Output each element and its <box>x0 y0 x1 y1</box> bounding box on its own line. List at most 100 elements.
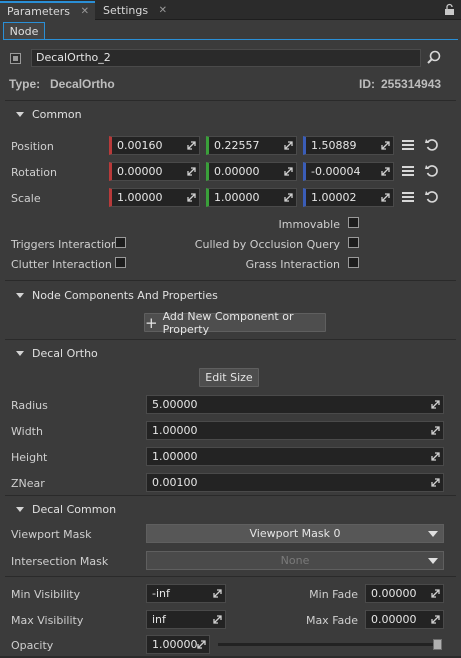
position-y-field[interactable]: 0.22557 <box>206 136 297 155</box>
max-fade-field[interactable]: 0.00000 <box>365 610 444 629</box>
expand-arrow-icon[interactable] <box>284 167 293 176</box>
scale-y-field[interactable]: 1.00000 <box>206 188 297 207</box>
reset-icon[interactable] <box>425 164 439 178</box>
collapse-arrow-icon <box>16 506 24 512</box>
expand-arrow-icon[interactable] <box>187 141 196 150</box>
menu-icon[interactable] <box>402 165 414 177</box>
expand-arrow-icon[interactable] <box>197 640 206 649</box>
position-x-value: 0.00160 <box>117 139 163 152</box>
min-visibility-field[interactable]: -inf <box>146 584 226 603</box>
expand-arrow-icon[interactable] <box>381 167 390 176</box>
opacity-value: 1.00000 <box>152 638 198 651</box>
edit-size-button[interactable]: Edit Size <box>199 368 259 387</box>
rotation-x-field[interactable]: 0.00000 <box>109 162 200 181</box>
height-label: Height <box>11 451 48 464</box>
height-value: 1.00000 <box>152 450 198 463</box>
tab-node[interactable]: Node <box>3 22 45 39</box>
max-visibility-field[interactable]: inf <box>146 610 226 629</box>
rotation-y-field[interactable]: 0.00000 <box>206 162 297 181</box>
expand-arrow-icon[interactable] <box>213 589 222 598</box>
expand-arrow-icon[interactable] <box>284 193 293 202</box>
reset-icon[interactable] <box>425 190 439 204</box>
intersection-mask-select[interactable]: None <box>146 551 444 570</box>
triggers-interaction-checkbox[interactable] <box>115 237 126 248</box>
radius-value: 5.00000 <box>152 398 198 411</box>
width-field[interactable]: 1.00000 <box>146 421 444 440</box>
lock-icon[interactable] <box>444 3 455 16</box>
radius-field[interactable]: 5.00000 <box>146 395 444 414</box>
culled-by-occlusion-checkbox[interactable] <box>348 237 359 248</box>
znear-field[interactable]: 0.00100 <box>146 473 444 492</box>
expand-arrow-icon[interactable] <box>381 193 390 202</box>
section-components-header[interactable]: Node Components And Properties <box>0 284 461 306</box>
menu-icon[interactable] <box>402 191 414 203</box>
min-fade-label: Min Fade <box>309 588 358 601</box>
max-visibility-value: inf <box>152 613 166 626</box>
expand-arrow-icon[interactable] <box>431 400 440 409</box>
dropdown-arrow-icon <box>428 558 438 564</box>
grass-interaction-checkbox[interactable] <box>348 257 359 268</box>
rotation-z-field[interactable]: -0.00004 <box>303 162 394 181</box>
height-field[interactable]: 1.00000 <box>146 447 444 466</box>
clutter-interaction-checkbox[interactable] <box>115 257 126 268</box>
search-icon[interactable] <box>427 50 441 64</box>
section-decal-common-header[interactable]: Decal Common <box>0 498 461 520</box>
expand-arrow-icon[interactable] <box>431 426 440 435</box>
scale-z-field[interactable]: 1.00002 <box>303 188 394 207</box>
scale-x-field[interactable]: 1.00000 <box>109 188 200 207</box>
tab-underline <box>3 39 458 40</box>
expand-arrow-icon[interactable] <box>187 167 196 176</box>
tab-parameters-label: Parameters <box>7 5 70 18</box>
expand-arrow-icon[interactable] <box>431 478 440 487</box>
add-component-label: Add New Component or Property <box>162 309 294 336</box>
expand-arrow-icon[interactable] <box>431 452 440 461</box>
node-name-input[interactable]: DecalOrtho_2 <box>31 49 421 67</box>
opacity-slider-handle[interactable] <box>433 639 442 650</box>
expand-arrow-icon[interactable] <box>187 193 196 202</box>
section-components-title: Node Components And Properties <box>32 288 218 302</box>
intersection-mask-value: None <box>280 554 310 567</box>
expand-arrow-icon[interactable] <box>431 615 440 624</box>
immovable-checkbox[interactable] <box>348 217 359 228</box>
width-label: Width <box>11 425 43 438</box>
min-visibility-label: Min Visibility <box>11 588 81 601</box>
scale-y-value: 1.00000 <box>214 191 260 204</box>
scale-z-value: 1.00002 <box>311 191 357 204</box>
viewport-mask-select[interactable]: Viewport Mask 0 <box>146 524 444 543</box>
position-y-value: 0.22557 <box>214 139 260 152</box>
expand-arrow-icon[interactable] <box>381 141 390 150</box>
radius-label: Radius <box>11 399 48 412</box>
rotation-y-value: 0.00000 <box>214 165 260 178</box>
rotation-z-value: -0.00004 <box>311 165 361 178</box>
reset-icon[interactable] <box>425 138 439 152</box>
expand-arrow-icon[interactable] <box>431 589 440 598</box>
section-decal-ortho-header[interactable]: Decal Ortho <box>0 342 461 364</box>
section-decal-ortho-title: Decal Ortho <box>32 346 98 360</box>
add-component-button[interactable]: + Add New Component or Property <box>144 310 326 336</box>
opacity-field[interactable]: 1.00000 <box>146 635 210 654</box>
opacity-slider-track[interactable] <box>218 643 442 646</box>
tab-parameters-close-icon[interactable]: ✕ <box>81 6 89 17</box>
min-fade-field[interactable]: 0.00000 <box>365 584 444 603</box>
culled-by-occlusion-label: Culled by Occlusion Query <box>194 238 340 251</box>
triggers-interaction-label: Triggers Interaction <box>11 238 118 251</box>
tab-settings[interactable]: Settings ✕ <box>96 1 173 20</box>
scale-label: Scale <box>11 192 41 205</box>
tab-parameters[interactable]: Parameters ✕ <box>0 1 95 20</box>
expand-arrow-icon[interactable] <box>213 615 222 624</box>
node-enabled-checkbox[interactable] <box>10 53 21 64</box>
dropdown-arrow-icon <box>428 531 438 537</box>
position-label: Position <box>11 140 54 153</box>
expand-arrow-icon[interactable] <box>284 141 293 150</box>
divider <box>5 495 456 496</box>
tab-settings-close-icon[interactable]: ✕ <box>159 5 167 16</box>
divider <box>5 280 456 281</box>
edit-size-label: Edit Size <box>205 371 253 384</box>
position-x-field[interactable]: 0.00160 <box>109 136 200 155</box>
znear-label: ZNear <box>11 477 45 490</box>
scale-x-value: 1.00000 <box>117 191 163 204</box>
viewport-mask-label: Viewport Mask <box>11 528 92 541</box>
menu-icon[interactable] <box>402 139 414 151</box>
position-z-field[interactable]: 1.50889 <box>303 136 394 155</box>
section-common-header[interactable]: Common <box>0 103 461 125</box>
